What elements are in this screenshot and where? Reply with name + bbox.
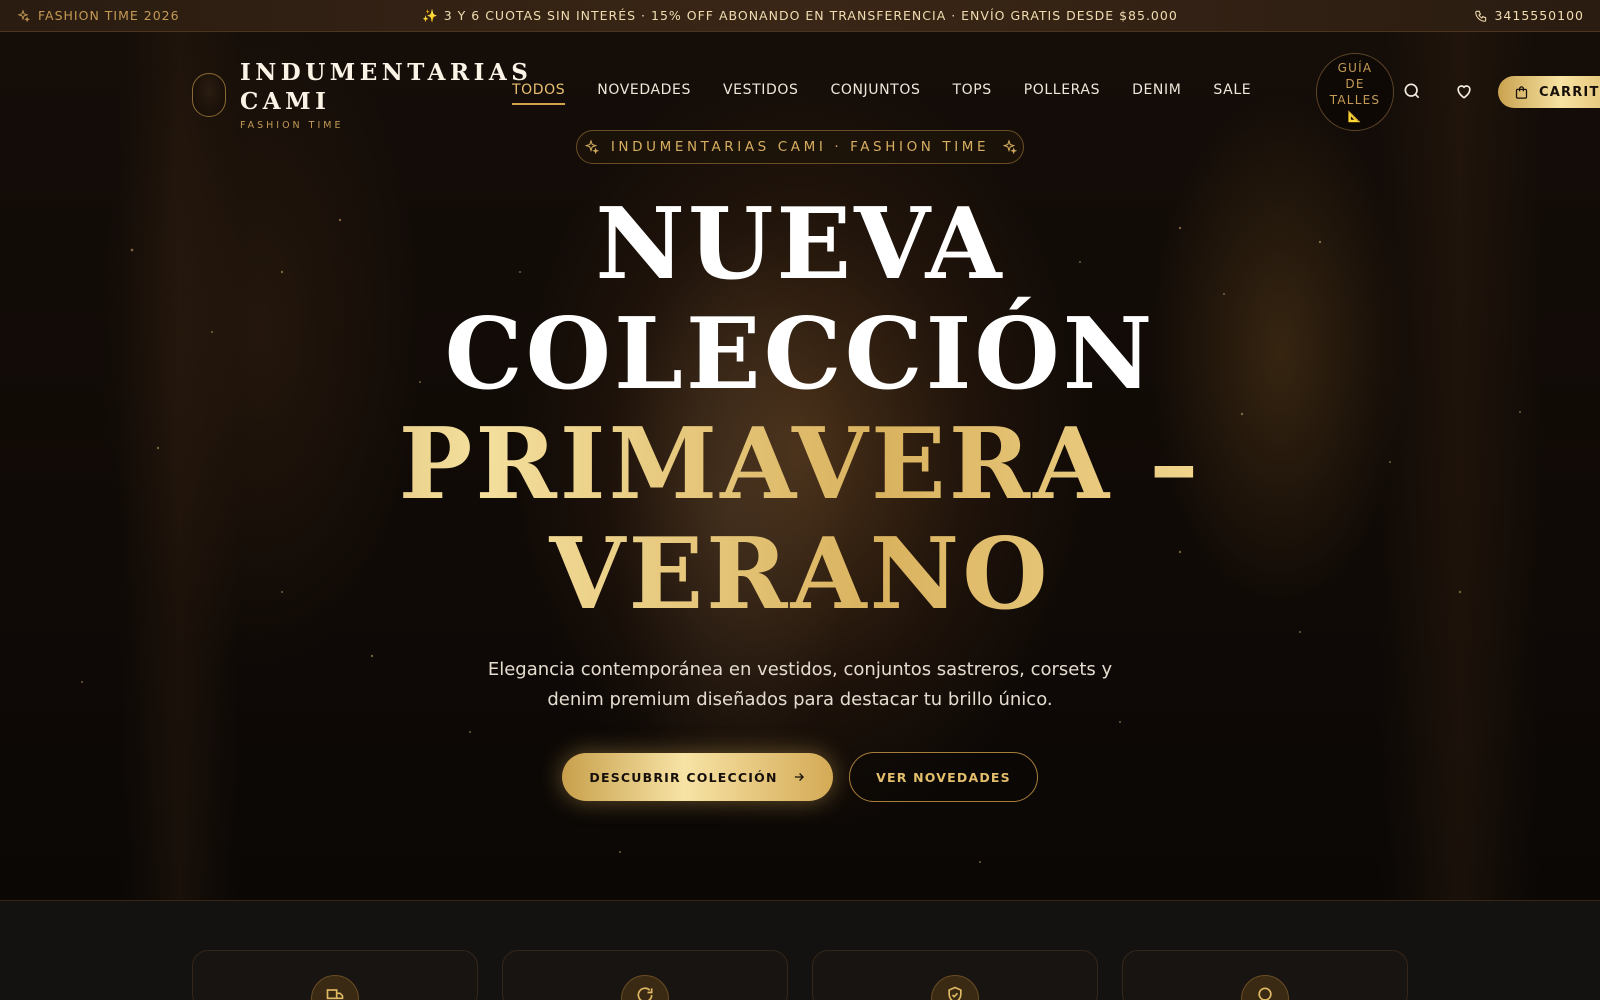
feature-icon-wrap — [931, 975, 979, 1000]
search-icon — [1404, 83, 1420, 99]
size-guide-line3: TALLES — [1329, 92, 1381, 107]
nav-item-polleras[interactable]: POLLERAS — [1024, 82, 1100, 105]
announcement-bar: FASHION TIME 2026 ✨ 3 Y 6 CUOTAS SIN INT… — [0, 0, 1600, 32]
refresh-icon — [637, 987, 653, 1000]
nav-item-denim[interactable]: DENIM — [1132, 82, 1181, 105]
hero-subtitle: Elegancia contemporánea en vestidos, con… — [460, 655, 1140, 715]
hero-badge: INDUMENTARIAS CAMI · FASHION TIME — [576, 130, 1024, 164]
view-news-button[interactable]: VER NOVEDADES — [849, 752, 1038, 802]
topbar-collection-text: FASHION TIME 2026 — [38, 8, 180, 23]
hero-title-line3: PRIMAVERA – — [0, 410, 1600, 520]
sparkle-icon — [1002, 139, 1018, 155]
nav-item-todos[interactable]: TODOS — [512, 82, 566, 105]
topbar-left: FASHION TIME 2026 — [16, 8, 180, 23]
features-section — [0, 900, 1600, 1000]
main-nav: TODOS NOVEDADES VESTIDOS CONJUNTOS TOPS … — [512, 82, 1251, 105]
cart-label: CARRITO — [1539, 84, 1600, 100]
ruler-icon: 📐 — [1347, 109, 1363, 123]
hero-title-line2: COLECCIÓN — [444, 297, 1156, 412]
brand-name-line2: CAMI — [240, 88, 331, 115]
nav-item-conjuntos[interactable]: CONJUNTOS — [830, 82, 920, 105]
nav-item-vestidos[interactable]: VESTIDOS — [723, 82, 798, 105]
phone-icon — [1475, 10, 1487, 22]
feature-icon-wrap — [1241, 975, 1289, 1000]
brand-tagline: FASHION TIME — [240, 120, 344, 131]
logo-text: INDUMENTARIAS CAMI FASHION TIME — [240, 58, 528, 131]
brand-logo[interactable]: INDUMENTARIAS CAMI FASHION TIME — [192, 58, 528, 131]
nav-item-tops[interactable]: TOPS — [952, 82, 991, 105]
nav-item-novedades[interactable]: NOVEDADES — [597, 82, 691, 105]
hero-badge-text: INDUMENTARIAS CAMI · FASHION TIME — [610, 139, 990, 155]
brand-name: INDUMENTARIAS CAMI — [240, 58, 528, 116]
wishlist-button[interactable] — [1453, 80, 1475, 102]
size-guide-button[interactable]: GUÍA DE TALLES 📐 — [1316, 53, 1394, 131]
feature-card-secure — [812, 950, 1098, 1000]
cart-button[interactable]: CARRITO — [1498, 76, 1600, 108]
feature-card-shipping — [192, 950, 478, 1000]
hero-subtitle-line1: Elegancia contemporánea en vestidos, con… — [487, 659, 1113, 680]
chat-icon — [1258, 987, 1272, 1000]
hero-subtitle-line2: denim premium diseñados para destacar tu… — [547, 689, 1053, 710]
sparkle-icon — [584, 139, 599, 155]
bag-icon — [1515, 85, 1528, 99]
truck-icon — [326, 989, 344, 1000]
view-news-label: VER NOVEDADES — [876, 769, 1011, 785]
logo-mark — [192, 72, 226, 117]
arrow-right-icon — [794, 773, 804, 781]
topbar-announcement: ✨ 3 Y 6 CUOTAS SIN INTERÉS · 15% OFF ABO… — [0, 8, 1600, 24]
size-guide-line1: GUÍA — [1337, 60, 1373, 75]
shield-check-icon — [948, 986, 962, 1000]
feature-icon-wrap — [621, 975, 669, 1000]
size-guide-line2: DE — [1345, 76, 1365, 91]
search-button[interactable] — [1401, 80, 1423, 102]
feature-card-returns — [502, 950, 788, 1000]
hero-title-line1: NUEVA — [595, 187, 1005, 302]
heart-icon — [1457, 85, 1471, 99]
brand-name-line1: INDUMENTARIAS — [240, 59, 533, 86]
feature-card-support — [1122, 950, 1408, 1000]
phone-number[interactable]: 3415550100 — [1494, 8, 1584, 23]
nav-item-sale[interactable]: SALE — [1213, 82, 1251, 105]
discover-collection-label: DESCUBRIR COLECCIÓN — [589, 769, 778, 785]
topbar-phone[interactable]: 3415550100 — [1474, 8, 1584, 23]
sparkle-icon — [17, 8, 30, 22]
announcement-text: ✨ 3 Y 6 CUOTAS SIN INTERÉS · 15% OFF ABO… — [422, 7, 1178, 23]
hero-title-line4: VERANO — [0, 520, 1600, 630]
discover-collection-button[interactable]: DESCUBRIR COLECCIÓN — [562, 753, 833, 801]
feature-icon-wrap — [311, 975, 359, 1000]
